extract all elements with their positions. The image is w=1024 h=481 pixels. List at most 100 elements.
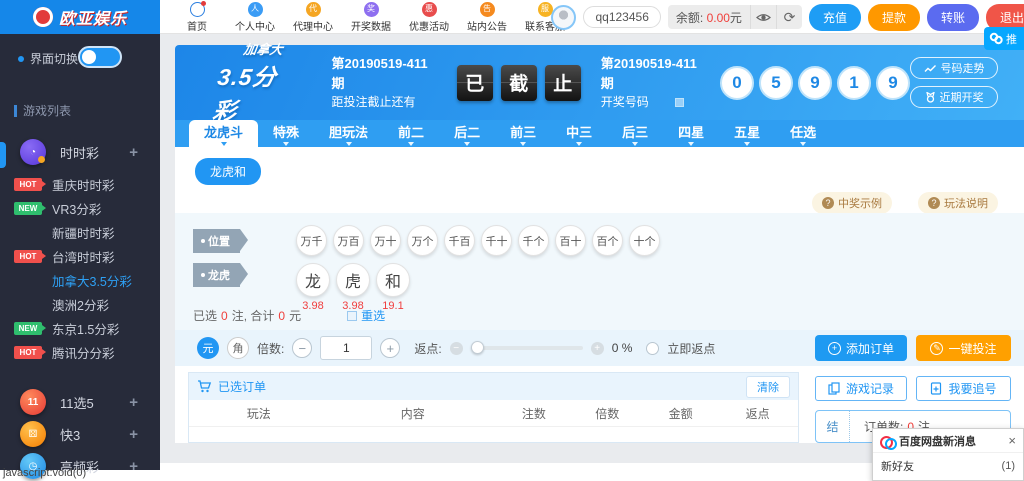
tab-5-star[interactable]: 五星 [719,120,775,147]
tab-dragon-tiger[interactable]: 龙虎斗 [189,120,258,147]
nav-item-home[interactable]: 首页 [168,2,226,33]
option-tie[interactable]: 和 19.1 [376,263,410,312]
file-plus-icon [930,382,942,395]
quick-bet-button[interactable]: ✎ 一键投注 [916,335,1011,361]
transfer-button[interactable]: 转账 [927,4,979,31]
rebate-minus-button[interactable]: − [450,342,463,355]
expand-icon[interactable]: + [129,394,138,411]
position-option[interactable]: 千百 [444,225,475,256]
chase-number-button[interactable]: 我要追号 [916,376,1011,401]
multiplier-plus-button[interactable]: + [380,338,400,358]
sidebar-group-ssc[interactable]: ◔ 时时彩 + [0,138,160,166]
tab-back-2[interactable]: 后二 [439,120,495,147]
recent-draws-button[interactable]: 近期开奖 [910,86,998,108]
sidebar-item-chongqing[interactable]: HOT 重庆时时彩 [0,172,160,196]
sidebar-item-tencent[interactable]: HOT 腾讯分分彩 [0,340,160,364]
tab-special[interactable]: 特殊 [258,120,314,147]
expand-icon[interactable]: + [129,458,138,475]
position-option[interactable]: 万千 [296,225,327,256]
selection-summary: 已选 0 注, 合计 0 元 重选 [193,307,385,324]
tab-back-3[interactable]: 后三 [607,120,663,147]
add-order-button[interactable]: + 添加订单 [815,335,907,361]
position-option[interactable]: 万十 [370,225,401,256]
plus-circle-icon: + [828,342,841,355]
sidebar-item-tokyo15[interactable]: NEW 东京1.5分彩 [0,316,160,340]
eye-icon[interactable] [750,5,776,29]
sidebar-item-australia2[interactable]: 澳洲2分彩 [0,292,160,316]
popup-item-label: 新好友 [881,458,914,474]
clear-orders-button[interactable]: 清除 [746,376,790,398]
draw-number: 9 [798,66,832,100]
recharge-button[interactable]: 充值 [809,4,861,31]
position-option[interactable]: 万百 [333,225,364,256]
sidebar-item-taiwan[interactable]: HOT 台湾时时彩 [0,244,160,268]
username: qq123456 [583,6,660,28]
close-icon[interactable]: × [1008,433,1016,448]
new-badge: NEW [14,202,42,215]
unit-jiao-button[interactable]: 角 [227,337,249,359]
position-option[interactable]: 千个 [518,225,549,256]
rebate-plus-button[interactable]: + [591,342,604,355]
position-option[interactable]: 万个 [407,225,438,256]
tab-front-2[interactable]: 前二 [383,120,439,147]
section-bar-icon [14,105,17,117]
brand-logo[interactable]: 欧亚娱乐 [0,0,160,34]
selected-count: 0 [221,309,228,323]
reselect-link[interactable]: 重选 [347,307,385,324]
popup-item-row[interactable]: 新好友 (1) [873,453,1023,479]
winning-example-link[interactable]: ? 中奖示例 [812,192,892,214]
service-icon: 服 [538,2,553,17]
nav-item-draw-data[interactable]: 奖 开奖数据 [342,2,400,33]
bullet-icon [18,56,24,62]
refresh-icon[interactable]: ⟳ [776,5,802,29]
question-icon: ? [822,197,834,209]
position-option[interactable]: 百十 [555,225,586,256]
rebate-percent: 0 % [612,341,633,355]
sidebar-group-11x5[interactable]: 11 11选5 + [0,388,160,416]
position-option[interactable]: 千十 [481,225,512,256]
sidebar-item-canada35[interactable]: 加拿大3.5分彩 [0,268,160,292]
main-panel: 加拿大 3.5分彩 第20190519-411期 距投注截止还有 已 截 止 第… [175,45,1024,443]
unit-yuan-button[interactable]: 元 [197,337,219,359]
tab-middle-3[interactable]: 中三 [551,120,607,147]
number-trend-button[interactable]: 号码走势 [910,57,998,79]
hot-badge: HOT [14,250,42,263]
nav-item-announcements[interactable]: 告 站内公告 [458,2,516,33]
subtab-dragon-tiger-tie[interactable]: 龙虎和 [195,158,261,185]
expand-icon[interactable]: + [129,426,138,443]
baidu-netdisk-widget[interactable]: 推 [984,27,1024,50]
selected-orders-panel: 已选订单 清除 玩法 内容 注数 倍数 金额 返点 [188,372,799,443]
position-option[interactable]: 十个 [629,225,660,256]
ui-switch-toggle[interactable] [78,46,122,68]
tab-dan-play[interactable]: 胆玩法 [314,120,383,147]
instant-rebate-label: 立即返点 [667,340,715,357]
position-row: 位置 万千 万百 万十 万个 千百 千十 千个 百十 百个 十个 [193,225,660,256]
tab-front-3[interactable]: 前三 [495,120,551,147]
sidebar-item-vr3[interactable]: NEW VR3分彩 [0,196,160,220]
nav-item-user-center[interactable]: 人 个人中心 [226,2,284,33]
game-record-button[interactable]: 游戏记录 [815,376,907,401]
expand-icon[interactable]: + [129,144,138,161]
position-option[interactable]: 百个 [592,225,623,256]
tab-optional[interactable]: 任选 [775,120,831,147]
sidebar-group-kuai3[interactable]: ⚄ 快3 + [0,420,160,448]
multiplier-input[interactable] [320,336,372,360]
nav-item-agent-center[interactable]: 代 代理中心 [284,2,342,33]
instant-rebate-radio[interactable] [646,342,659,355]
avatar[interactable] [551,5,576,30]
promo-icon: 惠 [422,2,437,17]
option-tiger[interactable]: 虎 3.98 [336,263,370,312]
user-icon: 人 [248,2,263,17]
rebate-slider[interactable] [471,346,583,350]
sidebar-item-xinjiang[interactable]: 新疆时时彩 [0,220,160,244]
nav-item-promotions[interactable]: 惠 优惠活动 [400,2,458,33]
agent-icon: 代 [306,2,321,17]
option-dragon[interactable]: 龙 3.98 [296,263,330,312]
slider-knob[interactable] [471,341,484,354]
play-rules-link[interactable]: ? 玩法说明 [918,192,998,214]
cart-icon [197,380,212,393]
withdraw-button[interactable]: 提款 [868,4,920,31]
orders-columns: 玩法 内容 注数 倍数 金额 返点 [189,400,798,427]
multiplier-minus-button[interactable]: − [292,338,312,358]
tab-4-star[interactable]: 四星 [663,120,719,147]
